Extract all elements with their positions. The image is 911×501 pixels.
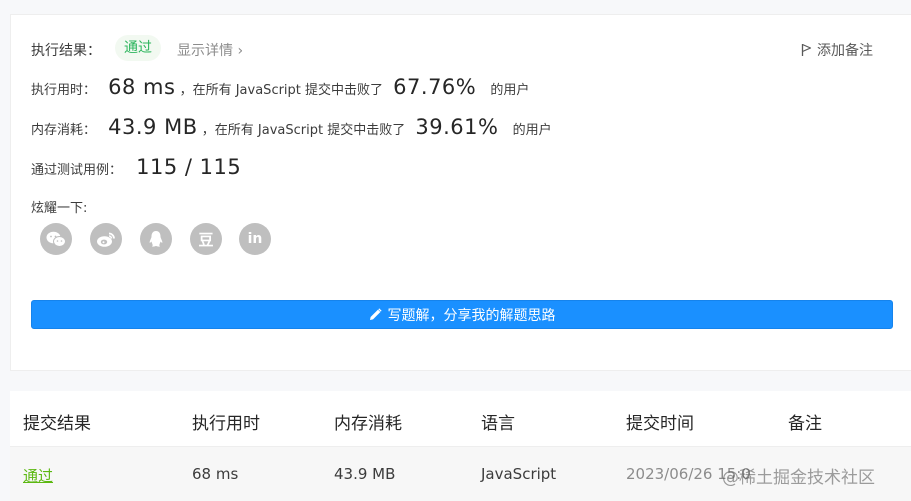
tests-value: 115 / 115 <box>136 155 242 179</box>
qq-icon[interactable] <box>140 223 172 255</box>
result-label: 执行结果： <box>31 43 101 59</box>
runtime-suffix: 的用户 <box>490 83 530 98</box>
header-runtime: 执行用时 <box>192 414 260 434</box>
memory-prefix: ，在所有 JavaScript 提交中击败了 <box>201 123 406 138</box>
share-label: 炫耀一下: <box>31 201 88 216</box>
douban-glyph: 豆 <box>198 230 214 249</box>
header-note: 备注 <box>788 414 822 434</box>
memory-value: 43.9 MB <box>108 115 198 139</box>
header-language: 语言 <box>481 414 515 434</box>
memory-label: 内存消耗： <box>31 123 97 138</box>
memory-suffix: 的用户 <box>512 123 552 138</box>
linkedin-glyph: in <box>247 231 263 247</box>
runtime-percent: 67.76% <box>393 75 477 99</box>
show-details-link[interactable]: 显示详情 › <box>177 40 243 60</box>
tests-row: 通过测试用例： 115 / 115 <box>31 155 241 179</box>
row-language: JavaScript <box>481 465 557 483</box>
add-note-button[interactable]: 添加备注 <box>801 40 873 60</box>
row-result-link[interactable]: 通过 <box>23 465 53 486</box>
runtime-row: 执行用时： 68 ms ，在所有 JavaScript 提交中击败了 67.76… <box>31 75 529 99</box>
add-note-label: 添加备注 <box>817 43 873 59</box>
header-memory: 内存消耗 <box>334 414 402 434</box>
runtime-prefix: ，在所有 JavaScript 提交中击败了 <box>179 83 384 98</box>
memory-percent: 39.61% <box>415 115 499 139</box>
weibo-icon[interactable] <box>90 223 122 255</box>
runtime-label: 执行用时： <box>31 83 97 98</box>
header-result: 提交结果 <box>23 414 91 434</box>
row-memory: 43.9 MB <box>334 465 396 483</box>
result-card: 执行结果： 通过 显示详情 › 添加备注 执行用时： 68 ms ，在所有 Ja… <box>10 14 911 371</box>
row-runtime: 68 ms <box>192 465 239 483</box>
write-solution-label: 写题解，分享我的解题思路 <box>387 307 556 324</box>
linkedin-icon[interactable]: in <box>239 223 271 255</box>
pencil-icon <box>369 308 382 320</box>
flag-icon <box>801 43 812 56</box>
wechat-icon[interactable] <box>40 223 72 255</box>
status-badge: 通过 <box>115 35 161 61</box>
write-solution-button[interactable]: 写题解，分享我的解题思路 <box>31 300 893 329</box>
runtime-value: 68 ms <box>108 75 176 99</box>
tests-label: 通过测试用例： <box>31 163 123 178</box>
header-time: 提交时间 <box>626 414 694 434</box>
memory-row: 内存消耗： 43.9 MB ，在所有 JavaScript 提交中击败了 39.… <box>31 115 552 139</box>
watermark: @稀土掘金技术社区 <box>722 468 875 488</box>
douban-icon[interactable]: 豆 <box>190 223 222 255</box>
